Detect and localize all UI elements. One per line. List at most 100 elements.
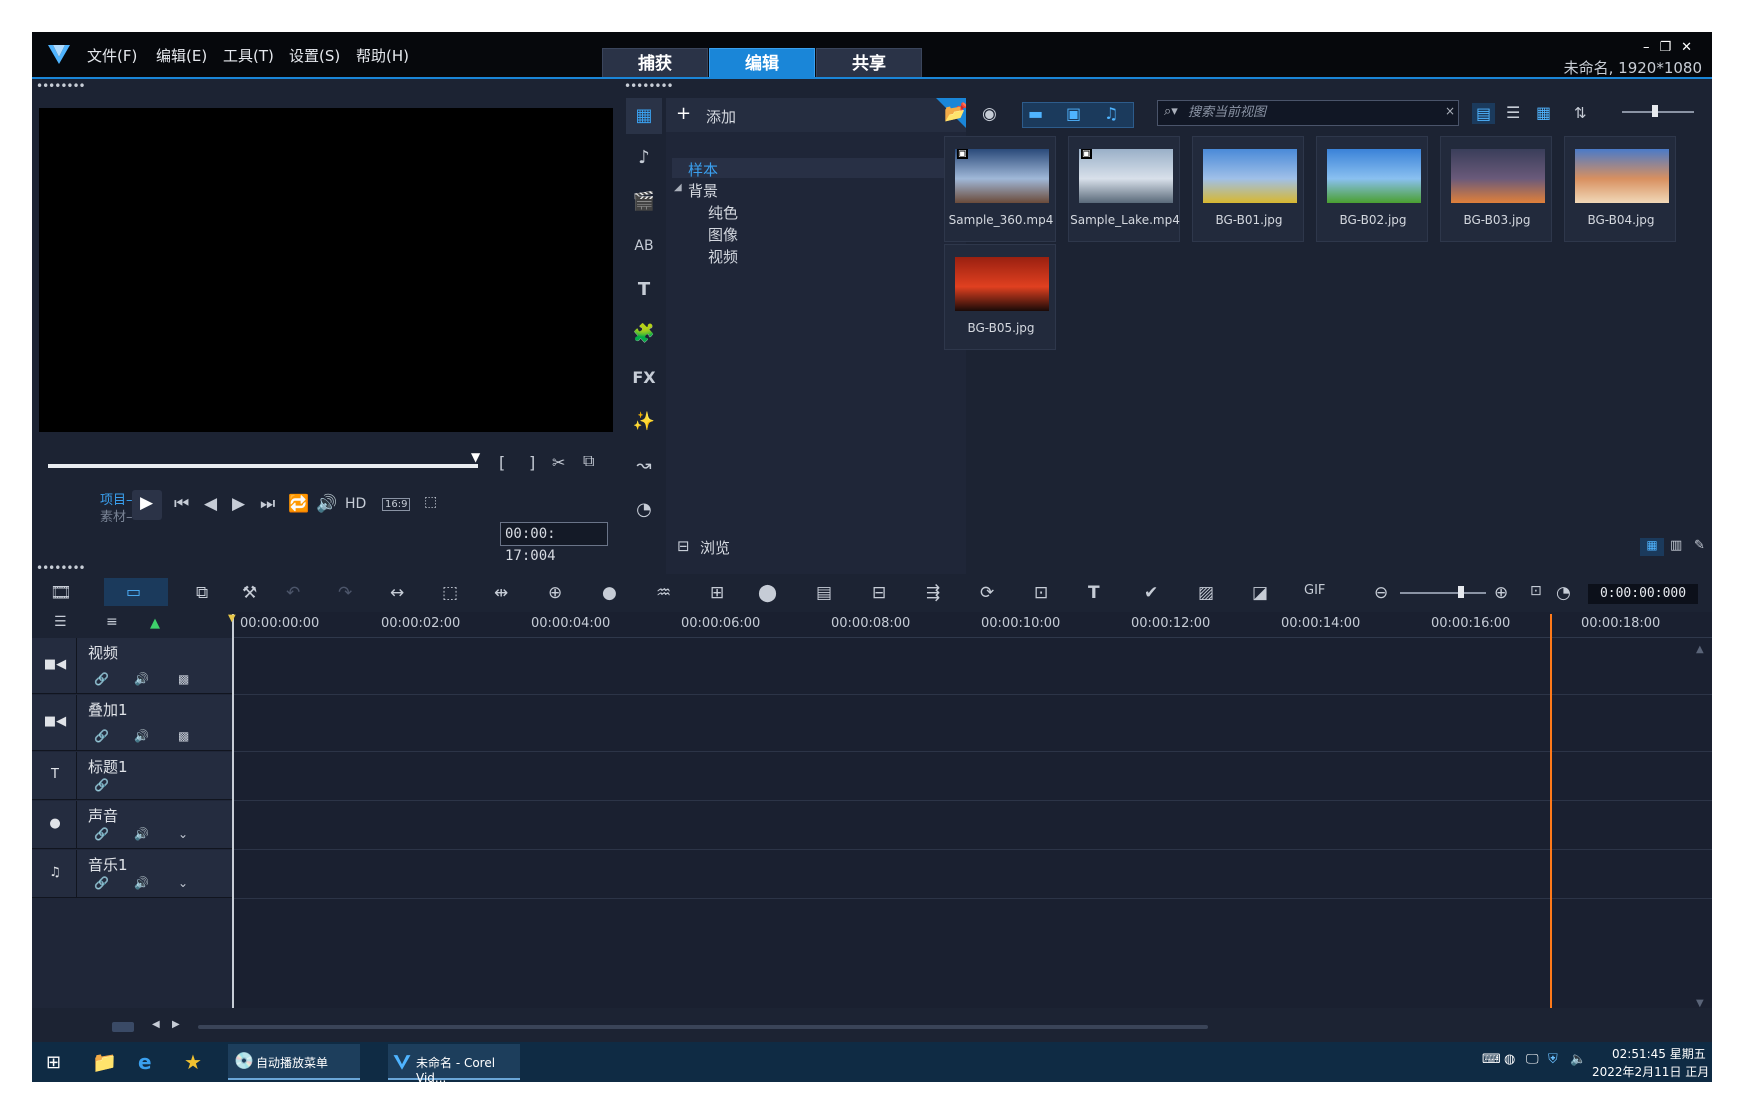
media-thumbnail[interactable]: ▣ Sample_360.mp4 bbox=[944, 136, 1056, 242]
play-button[interactable]: ▶ bbox=[132, 490, 162, 520]
track-option-icon[interactable]: ⌄ bbox=[178, 827, 188, 841]
brightness-icon[interactable]: ◪ bbox=[1252, 583, 1268, 603]
repeat-icon[interactable]: 🔁 bbox=[288, 494, 309, 514]
mute-icon[interactable]: 🔊 bbox=[134, 729, 149, 743]
track-height-toggle-icon[interactable] bbox=[112, 1022, 134, 1032]
internet-explorer-icon[interactable]: e bbox=[138, 1050, 152, 1074]
slider-thumb[interactable] bbox=[1652, 105, 1658, 117]
hd-preview-button[interactable]: HD bbox=[345, 496, 366, 512]
mute-icon[interactable]: 🔊 bbox=[134, 827, 149, 841]
mark-out-icon[interactable]: ] bbox=[529, 453, 535, 472]
tree-item-sample[interactable]: 样本 bbox=[688, 159, 718, 180]
sort-icon[interactable]: ⇅ bbox=[1574, 104, 1587, 122]
scroll-down-icon[interactable]: ▼ bbox=[1696, 998, 1704, 1009]
mark-in-icon[interactable]: [ bbox=[499, 453, 505, 472]
track-header[interactable]: ♫ 音乐1 🔗 🔊 ⌄ bbox=[32, 850, 232, 898]
zoom-out-icon[interactable]: ⊖ bbox=[1374, 583, 1388, 603]
media-thumbnail[interactable]: BG-B01.jpg bbox=[1192, 136, 1304, 242]
menu-tools[interactable]: 工具(T) bbox=[223, 45, 274, 66]
aspect-ratio-button[interactable]: 16:9 bbox=[382, 498, 411, 511]
clear-search-icon[interactable]: × bbox=[1445, 104, 1455, 118]
pan-zoom-icon[interactable]: ⊕ bbox=[548, 583, 562, 603]
home-icon[interactable]: ⏮ bbox=[174, 494, 189, 514]
next-frame-icon[interactable]: ▶ bbox=[232, 494, 245, 514]
chapter-icon[interactable]: ≡ bbox=[106, 614, 118, 630]
menu-help[interactable]: 帮助(H) bbox=[356, 45, 409, 66]
zoom-slider-thumb[interactable] bbox=[1458, 586, 1464, 598]
undo-icon[interactable]: ↶ bbox=[286, 583, 300, 603]
color-grading-icon[interactable]: ⬤ bbox=[758, 583, 777, 603]
browse-icon[interactable]: ⊟ bbox=[677, 537, 690, 555]
playhead[interactable] bbox=[1550, 614, 1552, 1008]
fit-timeline-icon[interactable]: ⊡ bbox=[1530, 583, 1542, 599]
show-video-icon[interactable]: ▬ bbox=[1028, 104, 1043, 123]
menu-settings[interactable]: 设置(S) bbox=[289, 45, 340, 66]
end-icon[interactable]: ⏭ bbox=[260, 494, 275, 514]
panel-grip[interactable]: •••••••• bbox=[36, 80, 86, 92]
motion-tracking-icon[interactable]: ⊞ bbox=[710, 583, 724, 603]
magic-wand-icon[interactable]: ✨ bbox=[626, 404, 662, 440]
audio-mixer-icon[interactable]: ♒ bbox=[656, 583, 671, 603]
gif-icon[interactable]: GIF bbox=[1304, 583, 1325, 598]
track-option-icon[interactable]: ▩ bbox=[178, 729, 189, 743]
tree-item-solid[interactable]: 纯色 bbox=[708, 202, 738, 223]
storyboard-view-icon[interactable]: 🎞 bbox=[50, 583, 72, 603]
tree-item-background[interactable]: 背景 bbox=[688, 180, 718, 201]
panel-grip[interactable]: •••••••• bbox=[624, 80, 674, 92]
graphic-icon[interactable]: 🧩 bbox=[626, 316, 662, 352]
scroll-left-icon[interactable]: ◀ bbox=[152, 1019, 160, 1030]
speed-icon[interactable]: ▨ bbox=[1198, 583, 1214, 603]
library-layout-icon[interactable]: ▦ bbox=[1640, 538, 1664, 556]
taskbar-app-autoplay[interactable]: 💿 自动播放菜单 bbox=[228, 1044, 360, 1080]
record-icon[interactable]: ● bbox=[602, 583, 617, 603]
split-screen-template-icon[interactable]: ⊟ bbox=[872, 583, 886, 603]
menu-edit[interactable]: 编辑(E) bbox=[156, 45, 207, 66]
scrub-handle-icon[interactable]: ▼ bbox=[471, 450, 485, 464]
search-input[interactable]: 搜索当前视图 bbox=[1157, 100, 1459, 126]
mark-icon[interactable]: ✔ bbox=[1144, 583, 1158, 603]
media-icon[interactable]: ▦ bbox=[626, 98, 662, 134]
security-shield-icon[interactable]: ⛨ bbox=[1548, 1052, 1558, 1067]
redo-icon[interactable]: ↷ bbox=[338, 583, 352, 603]
media-thumbnail[interactable]: BG-B02.jpg bbox=[1316, 136, 1428, 242]
file-explorer-icon[interactable]: 📁 bbox=[92, 1050, 117, 1074]
tree-item-image[interactable]: 图像 bbox=[708, 224, 738, 245]
clip-mode-label[interactable]: 素材– bbox=[100, 506, 133, 525]
horizontal-scrollbar[interactable] bbox=[198, 1025, 1208, 1029]
split-screen-icon[interactable]: ⇹ bbox=[494, 583, 508, 603]
thumbnail-view-icon[interactable]: ▦ bbox=[1536, 103, 1551, 122]
track-header[interactable]: ■◀ 视频 🔗 🔊 ▩ bbox=[32, 638, 232, 694]
link-icon[interactable]: 🔗 bbox=[94, 876, 109, 890]
mute-icon[interactable]: 🔊 bbox=[134, 876, 149, 890]
scroll-up-icon[interactable]: ▲ bbox=[1696, 644, 1704, 655]
enlarge-preview-icon[interactable]: ⧉ bbox=[583, 451, 594, 471]
timeline-view-button[interactable]: ▭ bbox=[104, 578, 168, 606]
path-icon[interactable]: ↝ bbox=[626, 448, 662, 484]
add-cue-icon[interactable]: ▲ bbox=[150, 616, 160, 631]
track-header[interactable]: ● 声音 🔗 🔊 ⌄ bbox=[32, 801, 232, 849]
transition-ab-icon[interactable]: AB bbox=[626, 228, 662, 264]
capture-icon[interactable]: ◉ bbox=[982, 104, 997, 124]
edit-layout-icon[interactable]: ✎ bbox=[1694, 538, 1705, 553]
scroll-right-icon[interactable]: ▶ bbox=[172, 1019, 180, 1030]
scrub-bar[interactable] bbox=[48, 464, 478, 468]
browse-button[interactable]: 浏览 bbox=[700, 537, 730, 558]
details-view-icon[interactable]: ☰ bbox=[1506, 103, 1520, 122]
zoom-slider[interactable] bbox=[1400, 592, 1486, 594]
fit-project-icon[interactable]: ↔ bbox=[390, 583, 404, 603]
menu-file[interactable]: 文件(F) bbox=[87, 45, 137, 66]
show-photo-icon[interactable]: ▣ bbox=[1066, 104, 1081, 123]
show-audio-icon[interactable]: ♫ bbox=[1104, 104, 1118, 123]
mask-creator-icon[interactable]: ⊡ bbox=[1034, 583, 1048, 603]
tree-item-video[interactable]: 视频 bbox=[708, 246, 738, 267]
crop-icon[interactable]: ⬚ bbox=[442, 583, 458, 603]
tab-share[interactable]: 共享 bbox=[816, 48, 922, 78]
display-icon[interactable]: 🖵 bbox=[1526, 1052, 1539, 1067]
close-button[interactable]: ✕ bbox=[1681, 40, 1702, 55]
title-icon[interactable]: T bbox=[626, 272, 662, 308]
favorites-star-icon[interactable]: ★ bbox=[184, 1050, 202, 1074]
link-icon[interactable]: 🔗 bbox=[94, 778, 109, 792]
thumbnail-size-slider[interactable] bbox=[1622, 111, 1694, 113]
rotate-icon[interactable]: ⟳ bbox=[980, 583, 994, 603]
change-display-size-icon[interactable]: ⬚ bbox=[424, 494, 437, 510]
